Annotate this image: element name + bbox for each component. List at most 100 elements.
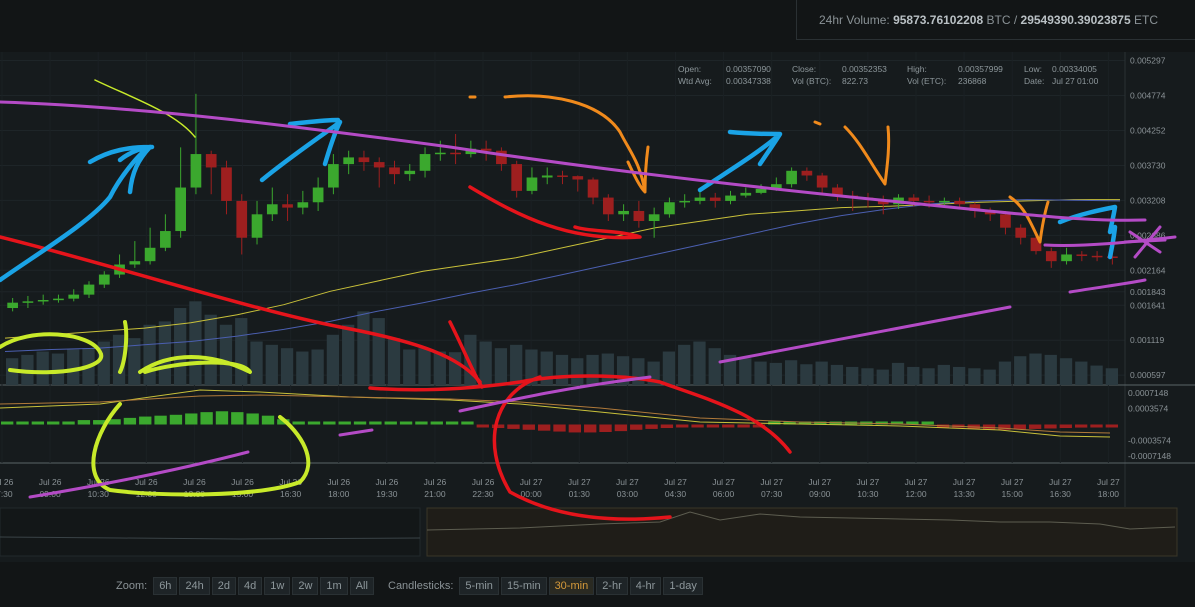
candle-body[interactable] [648, 214, 660, 221]
candle-body[interactable] [1000, 214, 1011, 228]
candle-body[interactable] [572, 176, 584, 180]
candle-body[interactable] [816, 175, 828, 188]
candle-body[interactable] [98, 274, 110, 285]
price-chart[interactable]: 0.005297 0.004774 0.004252 0.003730 0.003208… [0, 52, 1195, 562]
macd-bar [461, 421, 474, 425]
time-tick-time: 12:00 [905, 489, 927, 499]
time-tick-time: 01:30 [569, 489, 591, 499]
candle-4hr-button[interactable]: 4-hr [629, 577, 662, 595]
candle-body[interactable] [37, 299, 49, 302]
candle-body[interactable] [144, 247, 156, 262]
candle-body[interactable] [602, 197, 614, 215]
candle-body[interactable] [434, 152, 446, 155]
volume-bar [693, 341, 706, 385]
volume-bar [952, 366, 966, 385]
candle-body[interactable] [22, 301, 34, 303]
candle-body[interactable] [236, 200, 248, 238]
zoom-24h-button[interactable]: 24h [179, 577, 210, 595]
zoom-2d-button[interactable]: 2d [211, 577, 237, 595]
candle-body[interactable] [511, 164, 523, 191]
candle-body[interactable] [68, 294, 80, 299]
controls-bar: Zoom: 6h 24h 2d 4d 1w 2w 1m All Candlest… [0, 575, 1195, 597]
candle-5min-button[interactable]: 5-min [459, 577, 499, 595]
candle-body[interactable] [1091, 255, 1103, 258]
unit-etc: ETC [1134, 13, 1158, 27]
candle-body[interactable] [587, 179, 599, 198]
candle-body[interactable] [160, 231, 171, 248]
candle-body[interactable] [1076, 254, 1088, 256]
candle-body[interactable] [450, 152, 461, 155]
candle-body[interactable] [1061, 254, 1072, 262]
price-tick-label: 0.001641 [1130, 300, 1166, 310]
time-tick-date: Jul 27 [568, 477, 591, 487]
candle-body[interactable] [419, 154, 431, 171]
candle-body[interactable] [923, 200, 935, 203]
candle-body[interactable] [709, 197, 721, 201]
candle-body[interactable] [664, 202, 675, 215]
zoom-1m-button[interactable]: 1m [320, 577, 348, 595]
zoom-6h-button[interactable]: 6h [153, 577, 178, 595]
candle-body[interactable] [251, 214, 263, 238]
volume-separator: / [1013, 13, 1018, 27]
candle-body[interactable] [312, 187, 324, 203]
macd-bar [522, 424, 535, 430]
macd-tick-label: 0.0007148 [1128, 388, 1168, 398]
candle-body[interactable] [755, 188, 767, 193]
time-tick-date: Jul 27 [712, 477, 735, 487]
zoom-1w-button[interactable]: 1w [264, 577, 291, 595]
candle-body[interactable] [358, 157, 370, 163]
candle-1day-button[interactable]: 1-day [663, 577, 703, 595]
candle-body[interactable] [557, 175, 568, 177]
zoom-4d-button[interactable]: 4d [238, 577, 263, 595]
candle-body[interactable] [282, 204, 293, 208]
voletc-value: 236868 [958, 76, 987, 86]
volume-bar [418, 348, 431, 385]
price-tick-label: 0.005297 [1130, 56, 1166, 66]
time-tick-date: Jul 27 [953, 477, 976, 487]
candle-body[interactable] [7, 302, 18, 309]
candle-15min-button[interactable]: 15-min [500, 577, 547, 595]
candle-body[interactable] [541, 175, 553, 178]
time-tick-time: 06:00 [713, 489, 735, 499]
candle-body[interactable] [266, 204, 278, 215]
candle-body[interactable] [618, 210, 629, 215]
candle-body[interactable] [53, 298, 64, 301]
candle-body[interactable] [190, 154, 202, 188]
candle-body[interactable] [954, 200, 965, 205]
candle-30min-button[interactable]: 30-min [548, 577, 595, 595]
candle-body[interactable] [343, 157, 355, 165]
candle-body[interactable] [297, 202, 309, 208]
candle-body[interactable] [679, 200, 691, 203]
candle-body[interactable] [389, 167, 400, 175]
candle-body[interactable] [328, 164, 339, 188]
zoom-2w-button[interactable]: 2w [292, 577, 319, 595]
candle-body[interactable] [633, 210, 645, 221]
candle-body[interactable] [221, 167, 232, 201]
candle-body[interactable] [1015, 227, 1027, 238]
close-label: Close: [792, 64, 816, 74]
candle-body[interactable] [526, 177, 538, 191]
macd-bar [261, 415, 275, 425]
volume-bar [403, 349, 416, 385]
candle-body[interactable] [939, 200, 950, 203]
candle-body[interactable] [725, 195, 736, 201]
candle-body[interactable] [373, 162, 385, 168]
volume-bar [907, 366, 920, 385]
macd-bar [1105, 424, 1118, 428]
candle-body[interactable] [740, 192, 752, 196]
candle-body[interactable] [175, 187, 186, 232]
candle-2hr-button[interactable]: 2-hr [596, 577, 628, 595]
time-tick-time: 10:30 [88, 489, 110, 499]
candle-body[interactable] [694, 197, 706, 201]
candle-body[interactable] [801, 170, 813, 176]
candle-body[interactable] [404, 170, 416, 175]
zoom-all-button[interactable]: All [349, 577, 374, 595]
candle-body[interactable] [908, 197, 920, 201]
candle-body[interactable] [786, 170, 797, 185]
candle-body[interactable] [129, 261, 141, 265]
candle-body[interactable] [83, 284, 95, 295]
candle-body[interactable] [1045, 251, 1057, 262]
macd-bar [1, 421, 14, 425]
navigator-selection[interactable] [426, 507, 1178, 557]
candle-body[interactable] [205, 154, 217, 168]
